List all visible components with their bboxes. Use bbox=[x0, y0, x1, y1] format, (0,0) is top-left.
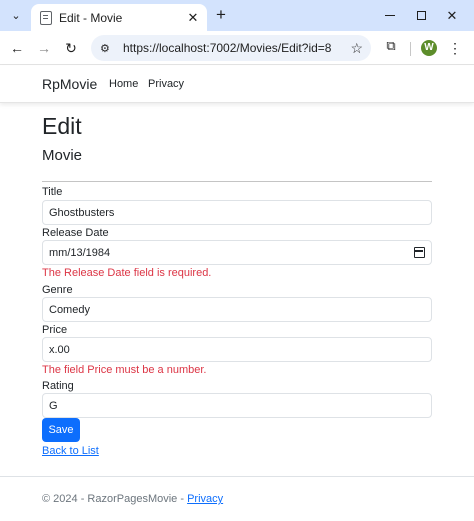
release-date-label: Release Date bbox=[42, 227, 109, 239]
genre-label: Genre bbox=[42, 284, 73, 296]
footer-privacy-link[interactable]: Privacy bbox=[187, 493, 223, 505]
bookmark-star-icon[interactable]: ☆ bbox=[350, 40, 363, 57]
back-arrow-icon[interactable]: ← bbox=[6, 37, 28, 59]
page-subtitle: Movie bbox=[42, 147, 83, 164]
page-title: Edit bbox=[42, 113, 82, 139]
address-bar[interactable]: ⚙ https://localhost:7002/Movies/Edit?id=… bbox=[91, 35, 371, 61]
page-favicon-icon bbox=[40, 10, 52, 25]
nav-link-home[interactable]: Home bbox=[109, 78, 138, 90]
save-button[interactable]: Save bbox=[42, 418, 80, 442]
reload-icon[interactable]: ↻ bbox=[60, 37, 82, 59]
tab-close-icon[interactable]: ✕ bbox=[185, 10, 201, 26]
window-maximize-icon[interactable] bbox=[405, 0, 437, 31]
footer-copyright: © 2024 - RazorPagesMovie - bbox=[42, 493, 185, 505]
tab-search-chevron-icon[interactable]: ⌄ bbox=[5, 4, 27, 26]
site-info-icon[interactable]: ⚙ bbox=[100, 42, 114, 55]
browser-tab[interactable]: Edit - Movie ✕ bbox=[31, 4, 207, 31]
tab-title: Edit - Movie bbox=[59, 10, 123, 25]
profile-avatar[interactable]: W bbox=[421, 40, 437, 56]
price-error: The field Price must be a number. bbox=[42, 364, 207, 376]
release-date-input[interactable]: mm/13/1984 bbox=[42, 240, 432, 265]
title-label: Title bbox=[42, 186, 63, 198]
rating-input[interactable]: G bbox=[42, 393, 432, 418]
window-close-icon[interactable]: ✕ bbox=[436, 0, 468, 31]
site-footer: © 2024 - RazorPagesMovie - Privacy bbox=[42, 493, 223, 505]
extensions-puzzle-icon[interactable]: ⧉ bbox=[381, 38, 401, 58]
browser-menu-icon[interactable]: ⋮ bbox=[447, 38, 463, 58]
browser-toolbar: ← → ↻ ⚙ https://localhost:7002/Movies/Ed… bbox=[0, 31, 474, 65]
footer-divider bbox=[0, 476, 474, 477]
new-tab-plus-icon[interactable]: + bbox=[211, 5, 231, 25]
toolbar-divider bbox=[410, 42, 411, 56]
genre-input[interactable]: Comedy bbox=[42, 297, 432, 322]
site-brand[interactable]: RpMovie bbox=[42, 76, 97, 92]
browser-tabstrip: ⌄ Edit - Movie ✕ + ✕ bbox=[0, 0, 474, 31]
calendar-icon[interactable] bbox=[414, 247, 425, 258]
rating-label: Rating bbox=[42, 380, 74, 392]
release-date-error: The Release Date field is required. bbox=[42, 267, 212, 279]
header-divider bbox=[42, 181, 432, 182]
price-input[interactable]: x.00 bbox=[42, 337, 432, 362]
site-navbar: RpMovie Home Privacy bbox=[0, 66, 474, 103]
back-to-list-link[interactable]: Back to List bbox=[42, 445, 99, 457]
page-header: Edit Movie bbox=[42, 112, 432, 182]
nav-link-privacy[interactable]: Privacy bbox=[148, 78, 184, 90]
window-minimize-icon[interactable] bbox=[374, 0, 406, 31]
url-text[interactable]: https://localhost:7002/Movies/Edit?id=8 bbox=[123, 41, 350, 55]
price-label: Price bbox=[42, 324, 68, 336]
forward-arrow-icon[interactable]: → bbox=[33, 37, 55, 59]
title-input[interactable]: Ghostbusters bbox=[42, 200, 432, 225]
release-date-value: mm/13/1984 bbox=[49, 246, 111, 259]
